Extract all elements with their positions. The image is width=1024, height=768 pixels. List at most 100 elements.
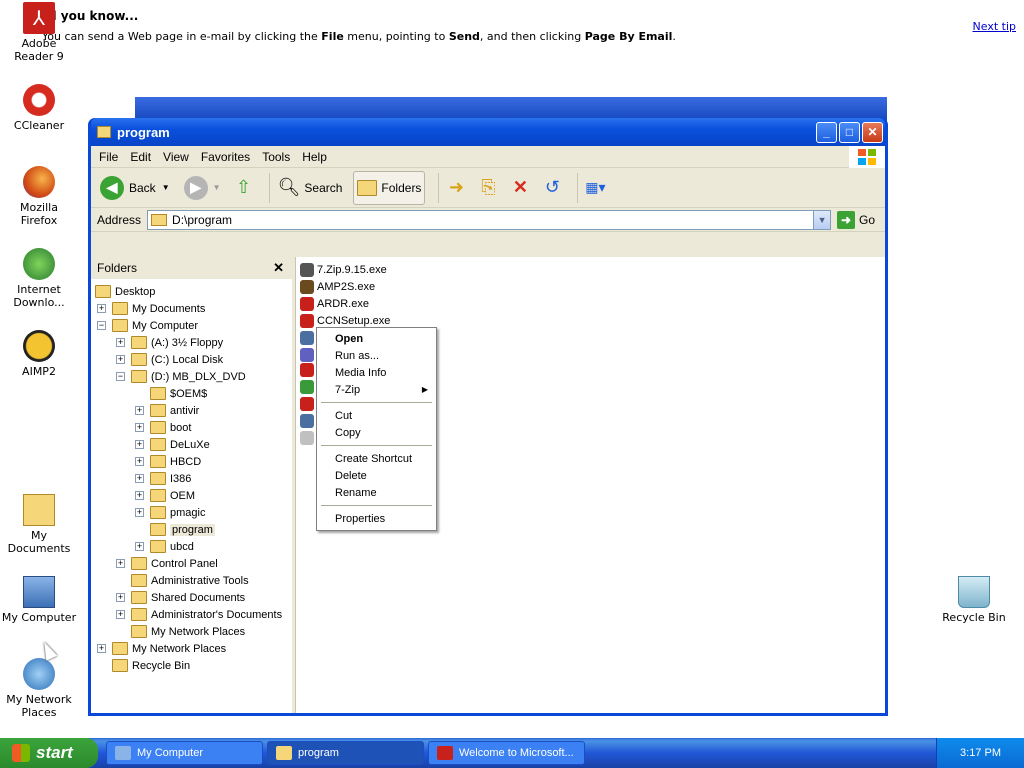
file-icon[interactable] — [300, 414, 314, 428]
tree-item[interactable]: + I386 — [135, 470, 191, 487]
expand-icon[interactable]: + — [116, 593, 125, 602]
menu-item-delete[interactable]: Delete — [319, 467, 434, 484]
back-button[interactable]: ◀ Back ▼ — [97, 171, 173, 205]
file-icon — [300, 296, 314, 311]
expand-icon[interactable]: + — [135, 457, 144, 466]
desktop-icon-my-computer[interactable]: My Computer — [1, 576, 77, 624]
file-item[interactable]: 7.Zip.9.15.exe — [300, 261, 387, 278]
close-pane-icon[interactable]: ✕ — [273, 260, 284, 276]
expand-icon[interactable]: + — [116, 559, 125, 568]
menu-item-create-shortcut[interactable]: Create Shortcut — [319, 450, 434, 467]
expand-icon[interactable]: + — [135, 491, 144, 500]
go-button[interactable]: ➜ Go — [837, 210, 875, 229]
tree-item[interactable]: My Network Places — [116, 623, 245, 640]
next-tip-link[interactable]: Next tip — [973, 20, 1016, 33]
expand-icon[interactable]: + — [135, 440, 144, 449]
forward-button[interactable]: ▶ ▼ — [181, 171, 224, 205]
expand-icon[interactable]: + — [135, 406, 144, 415]
taskbar-item-welcome[interactable]: Welcome to Microsoft... — [428, 741, 585, 765]
expand-icon[interactable]: + — [135, 542, 144, 551]
my-computer-icon — [23, 576, 55, 608]
tree-item[interactable]: + My Documents — [97, 300, 205, 317]
expand-icon[interactable]: + — [135, 508, 144, 517]
tree-item[interactable]: + HBCD — [135, 453, 201, 470]
window-titlebar[interactable]: program _ □ ✕ — [91, 118, 885, 146]
expand-icon[interactable]: + — [116, 355, 125, 364]
views-button[interactable]: ▦▾ — [583, 176, 607, 200]
desktop-icon-ccleaner[interactable]: CCleaner — [1, 84, 77, 132]
tree-item[interactable]: + ubcd — [135, 538, 194, 555]
copy-to-button[interactable]: ⎘ — [476, 176, 500, 200]
menu-file[interactable]: File — [99, 150, 118, 164]
minimize-button[interactable]: _ — [816, 121, 837, 143]
collapse-icon[interactable]: − — [97, 321, 106, 330]
clock[interactable]: 3:17 PM — [960, 747, 1001, 759]
collapse-icon[interactable]: − — [116, 372, 125, 381]
desktop-icon-network-places[interactable]: My Network Places — [1, 658, 77, 719]
tree-item[interactable]: + Shared Documents — [116, 589, 245, 606]
menu-item-cut[interactable]: Cut — [319, 407, 434, 424]
desktop-icon-firefox[interactable]: Mozilla Firefox — [1, 166, 77, 227]
desktop-icon-aimp2[interactable]: AIMP2 — [1, 330, 77, 378]
menu-item-copy[interactable]: Copy — [319, 424, 434, 441]
file-icon[interactable] — [300, 380, 314, 394]
menu-item-media-info[interactable]: Media Info — [319, 364, 434, 381]
menu-item-open[interactable]: Open — [319, 330, 434, 347]
tree-item[interactable]: Recycle Bin — [97, 657, 190, 674]
tree-item[interactable]: program — [135, 521, 215, 538]
tree-item[interactable]: + DeLuXe — [135, 436, 210, 453]
tree-item[interactable]: + antivir — [135, 402, 199, 419]
tree-item[interactable]: + (A:) 3½ Floppy — [116, 334, 223, 351]
menu-item-7zip[interactable]: 7-Zip ▶ — [319, 381, 434, 398]
file-icon[interactable] — [300, 363, 314, 377]
tree-item[interactable]: − (D:) MB_DLX_DVD — [116, 368, 246, 385]
tree-item[interactable]: + OEM — [135, 487, 195, 504]
menu-item-rename[interactable]: Rename — [319, 484, 434, 501]
menu-help[interactable]: Help — [302, 150, 327, 164]
tree-item[interactable]: $OEM$ — [135, 385, 207, 402]
delete-button[interactable]: ✕ — [508, 176, 532, 200]
desktop-icon-adobe-reader[interactable]: ⅄ Adobe Reader 9 — [1, 2, 77, 63]
tree-item[interactable]: + pmagic — [135, 504, 205, 521]
menu-tools[interactable]: Tools — [262, 150, 290, 164]
taskbar-item-my-computer[interactable]: My Computer — [106, 741, 263, 765]
search-button[interactable]: 🔍︎ Search — [275, 171, 346, 205]
file-item[interactable]: AMP2S.exe — [300, 278, 375, 295]
network-places-icon — [23, 658, 55, 690]
expand-icon[interactable]: + — [97, 304, 106, 313]
menu-view[interactable]: View — [163, 150, 189, 164]
address-dropdown-button[interactable]: ▼ — [813, 210, 831, 229]
folders-button[interactable]: Folders — [353, 170, 426, 205]
menu-favorites[interactable]: Favorites — [201, 150, 250, 164]
menu-item-properties[interactable]: Properties — [319, 510, 434, 527]
desktop-icon-internet-download[interactable]: Internet Downlo... — [1, 248, 77, 309]
taskbar-item-program[interactable]: program — [267, 741, 424, 765]
tree-item[interactable]: + Administrator's Documents — [116, 606, 282, 623]
tree-item[interactable]: + Control Panel — [116, 555, 218, 572]
expand-icon[interactable]: + — [97, 644, 106, 653]
file-icon[interactable] — [300, 397, 314, 411]
tree-item[interactable]: + My Network Places — [97, 640, 226, 657]
expand-icon[interactable]: + — [135, 423, 144, 432]
file-item[interactable]: ARDR.exe — [300, 295, 369, 312]
tree-item[interactable]: Desktop — [95, 283, 155, 300]
menu-item-run-as[interactable]: Run as... — [319, 347, 434, 364]
expand-icon[interactable]: + — [135, 474, 144, 483]
tree-item[interactable]: Administrative Tools — [116, 572, 249, 589]
up-folder-button[interactable]: ⇧ — [232, 176, 256, 200]
file-icon[interactable] — [300, 431, 314, 445]
desktop-icon-recycle-bin[interactable]: Recycle Bin — [936, 576, 1012, 624]
tree-item[interactable]: + boot — [135, 419, 191, 436]
close-button[interactable]: ✕ — [862, 121, 883, 143]
expand-icon[interactable]: + — [116, 338, 125, 347]
start-button[interactable]: start — [0, 738, 98, 768]
tree-item[interactable]: + (C:) Local Disk — [116, 351, 223, 368]
expand-icon[interactable]: + — [116, 610, 125, 619]
maximize-button[interactable]: □ — [839, 121, 860, 143]
address-input[interactable]: D:\program ▼ — [147, 209, 832, 230]
undo-button[interactable]: ↺ — [540, 176, 564, 200]
desktop-icon-my-documents[interactable]: My Documents — [1, 494, 77, 555]
move-to-button[interactable]: ➜ — [444, 176, 468, 200]
menu-edit[interactable]: Edit — [130, 150, 151, 164]
tree-item[interactable]: − My Computer — [97, 317, 198, 334]
